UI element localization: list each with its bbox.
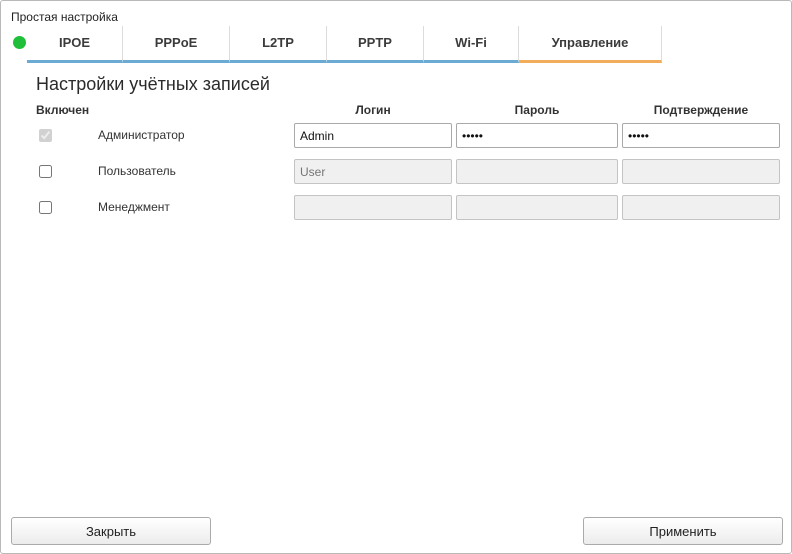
password-field-user[interactable] (456, 159, 618, 184)
confirm-field-user[interactable] (622, 159, 780, 184)
tab-pppoe[interactable]: PPPoE (123, 26, 230, 63)
confirm-field-administrator[interactable] (622, 123, 780, 148)
enable-checkbox-administrator[interactable] (39, 129, 52, 142)
apply-button[interactable]: Применить (583, 517, 783, 545)
section-title: Настройки учётных записей (36, 74, 270, 94)
tab-ipoe[interactable]: IPOE (27, 26, 123, 63)
column-header-password: Пароль (514, 103, 560, 117)
settings-window: Простая настройка IPOE PPPoE L2TP PPTP W… (0, 0, 792, 554)
login-field-management[interactable] (294, 195, 452, 220)
window-title: Простая настройка (11, 10, 118, 24)
login-field-administrator[interactable] (294, 123, 452, 148)
account-label-user: Пользователь (98, 164, 176, 178)
account-label-administrator: Администратор (98, 128, 185, 142)
tab-management[interactable]: Управление (519, 26, 662, 63)
tab-wifi[interactable]: Wi-Fi (424, 26, 519, 63)
login-field-user[interactable] (294, 159, 452, 184)
tab-l2tp[interactable]: L2TP (230, 26, 327, 63)
column-header-login: Логин (355, 103, 391, 117)
confirm-field-management[interactable] (622, 195, 780, 220)
password-field-administrator[interactable] (456, 123, 618, 148)
account-label-management: Менеджмент (98, 200, 170, 214)
enable-checkbox-management[interactable] (39, 201, 52, 214)
connection-status-icon (13, 36, 26, 49)
column-header-confirm: Подтверждение (653, 103, 749, 117)
enable-checkbox-user[interactable] (39, 165, 52, 178)
column-header-enabled: Включен (36, 103, 90, 117)
tab-pptp[interactable]: PPTP (327, 26, 424, 63)
close-button[interactable]: Закрыть (11, 517, 211, 545)
password-field-management[interactable] (456, 195, 618, 220)
